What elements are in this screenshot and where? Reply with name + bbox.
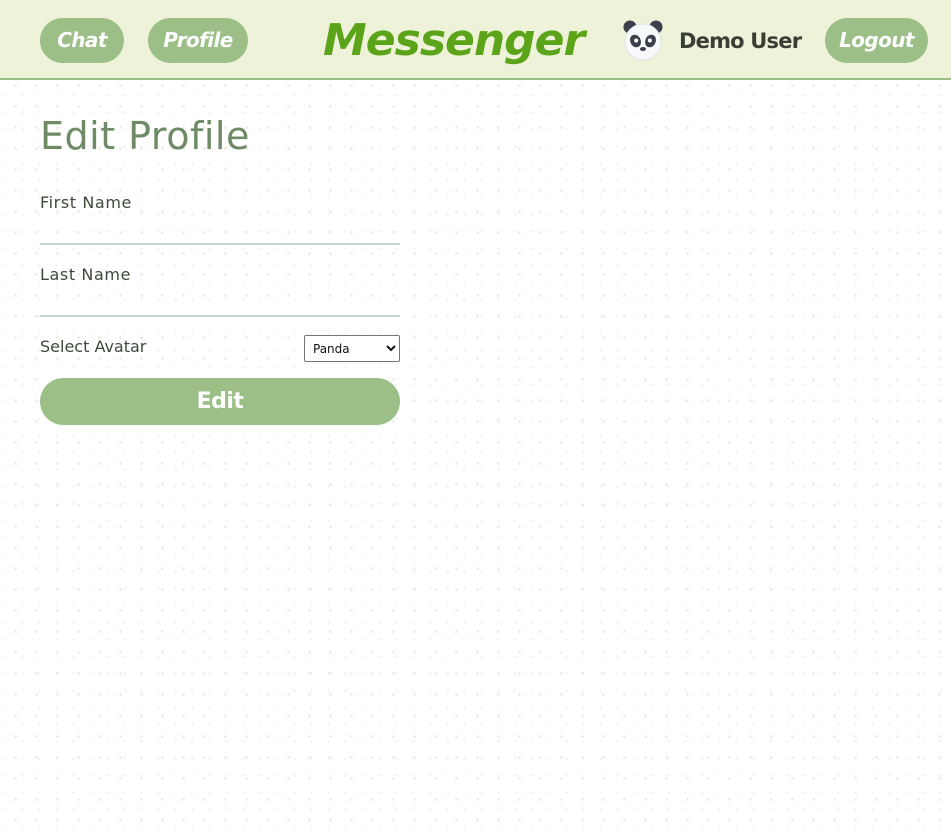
first-name-input[interactable] [40,221,400,245]
edit-submit-button[interactable]: Edit [40,378,400,425]
chat-nav-button[interactable]: Chat [40,18,124,63]
app-title: Messenger [323,15,585,66]
page-title: Edit Profile [40,114,250,158]
profile-nav-button[interactable]: Profile [148,18,248,63]
top-navbar: Chat Profile Messenger Demo User Logout [0,0,951,80]
logout-button[interactable]: Logout [825,18,928,63]
panda-avatar-icon [623,20,663,61]
avatar-select-label: Select Avatar [40,337,147,356]
last-name-label: Last Name [40,265,132,284]
avatar-select[interactable]: Panda [304,335,400,362]
first-name-label: First Name [40,193,132,212]
last-name-input[interactable] [40,293,400,317]
user-name: Demo User [679,29,802,53]
